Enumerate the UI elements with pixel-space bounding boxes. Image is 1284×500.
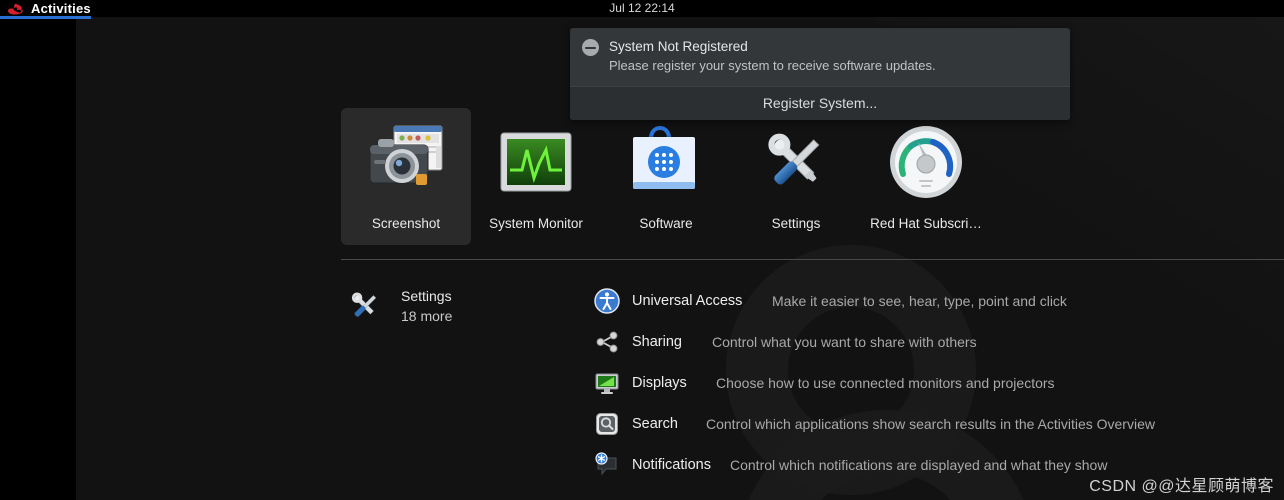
wrench-screwdriver-icon	[345, 286, 385, 326]
app-results-row: Screenshot System Monitor Software Setti…	[341, 108, 991, 245]
app-tile-software[interactable]: Software	[601, 108, 731, 245]
result-desc: Control which notifications are displaye…	[730, 456, 1108, 473]
minus-circle-icon	[582, 39, 599, 56]
gnome-activities-overview: Activities Jul 12 22:14 System Not Regis…	[0, 0, 1284, 500]
notification-title: System Not Registered	[609, 39, 748, 54]
notifications-icon	[594, 451, 620, 478]
sharing-icon	[594, 329, 620, 355]
settings-group-title: Settings	[401, 288, 452, 304]
subscription-gauge-icon	[884, 120, 968, 204]
notification-body: System Not Registered Please register yo…	[570, 28, 1070, 86]
displays-icon	[594, 370, 620, 396]
app-label: Red Hat Subscri…	[870, 216, 982, 231]
app-label: Settings	[771, 216, 821, 231]
clock[interactable]: Jul 12 22:14	[0, 1, 1284, 15]
top-bar: Activities Jul 12 22:14	[0, 0, 1284, 19]
result-desc: Make it easier to see, hear, type, point…	[772, 292, 1067, 309]
result-desc: Control what you want to share with othe…	[712, 333, 977, 350]
result-desc: Control which applications show search r…	[706, 415, 1155, 432]
app-tile-screenshot[interactable]: Screenshot	[341, 108, 471, 245]
register-system-button[interactable]: Register System...	[570, 86, 1070, 120]
result-row-universal-access[interactable]: Universal Access Make it easier to see, …	[594, 280, 1284, 321]
result-name: Universal Access	[632, 292, 743, 309]
wrench-screwdriver-icon	[754, 120, 838, 204]
camera-screenshot-icon	[364, 120, 448, 204]
app-label: Screenshot	[371, 216, 441, 231]
result-desc: Choose how to use connected monitors and…	[716, 374, 1055, 391]
app-tile-settings[interactable]: Settings	[731, 108, 861, 245]
notification-message: Please register your system to receive s…	[609, 58, 936, 73]
software-bag-icon	[624, 120, 708, 204]
search-results-list: Universal Access Make it easier to see, …	[594, 280, 1284, 485]
result-row-sharing[interactable]: Sharing Control what you want to share w…	[594, 321, 1284, 362]
result-row-displays[interactable]: Displays Choose how to use connected mon…	[594, 362, 1284, 403]
settings-group-more: 18 more	[401, 308, 453, 324]
result-row-search[interactable]: Search Control which applications show s…	[594, 403, 1284, 444]
app-tile-system-monitor[interactable]: System Monitor	[471, 108, 601, 245]
result-name: Notifications	[632, 456, 711, 473]
system-monitor-icon	[494, 120, 578, 204]
search-icon	[594, 411, 620, 437]
app-label: System Monitor	[489, 216, 583, 231]
results-divider	[341, 259, 1284, 260]
universal-access-icon	[594, 287, 620, 314]
watermark: CSDN @@达星顾萌博客	[1089, 478, 1274, 495]
left-black-strip	[0, 0, 76, 500]
activities-active-indicator	[0, 16, 91, 19]
settings-group-header[interactable]: Settings 18 more	[345, 286, 452, 326]
notification-banner[interactable]: System Not Registered Please register yo…	[570, 28, 1070, 120]
app-label: Software	[639, 216, 693, 231]
app-tile-red-hat-subscription[interactable]: Red Hat Subscri…	[861, 108, 991, 245]
